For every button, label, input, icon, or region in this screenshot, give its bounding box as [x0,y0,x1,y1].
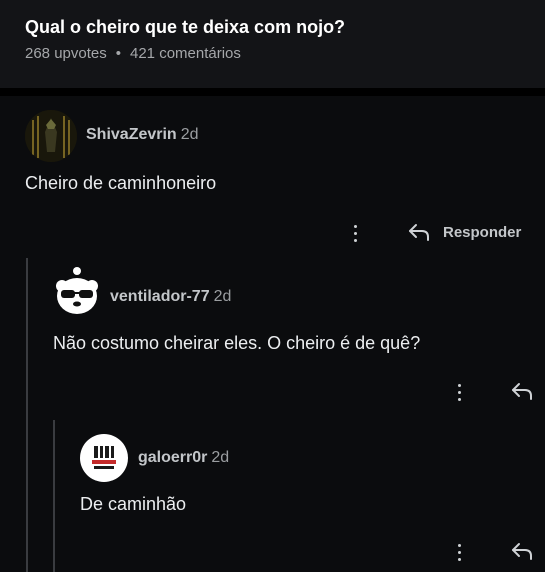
post-title: Qual o cheiro que te deixa com nojo? [25,17,346,37]
thread-line [26,258,28,572]
username-text[interactable]: galoerr0r [138,449,207,466]
reply-button[interactable] [510,540,534,562]
username-text[interactable]: ShivaZevrin [86,126,177,143]
post-header: Qual o cheiro que te deixa com nojo? 268… [0,0,545,88]
more-vertical-icon [457,543,461,547]
comment-author[interactable]: ventilador-77 2d [110,288,231,306]
avatar[interactable] [80,434,128,482]
comment-timestamp: 2d [180,126,199,143]
more-vertical-icon [457,383,461,387]
upvote-count: 268 upvotes [25,45,107,62]
reply-arrow-icon [409,224,429,241]
comment-timestamp: 2d [213,288,232,305]
comment-body: Cheiro de caminhoneiro [25,173,217,193]
reply-arrow-icon [512,543,532,560]
more-options-button[interactable] [449,379,469,405]
meta-separator: • [115,45,121,62]
galo-avatar-image [92,444,116,469]
username-text[interactable]: ventilador-77 [110,288,210,305]
comment-count: 421 comentários [130,45,241,62]
reply-arrow-icon [512,383,532,400]
thread-line [53,420,55,572]
more-vertical-icon [353,224,357,228]
avatar[interactable] [25,110,77,162]
reply-button[interactable]: Responder [407,221,521,243]
post-meta: 268 upvotes • 421 comentários [25,45,241,62]
reply-button[interactable] [510,380,534,402]
section-divider [0,88,545,96]
comment-body: De caminhão [80,494,187,514]
comment-timestamp: 2d [211,449,230,466]
panda-avatar-image [56,267,98,314]
more-options-button[interactable] [449,539,469,565]
comment-body: Não costumo cheirar eles. O cheiro é de … [53,333,421,353]
more-options-button[interactable] [345,220,365,246]
avatar[interactable] [52,266,102,316]
comment-author[interactable]: galoerr0r 2d [138,449,229,467]
reply-label: Responder [443,223,522,241]
comment-author[interactable]: ShivaZevrin 2d [86,126,199,144]
shiva-avatar-image [25,110,77,162]
